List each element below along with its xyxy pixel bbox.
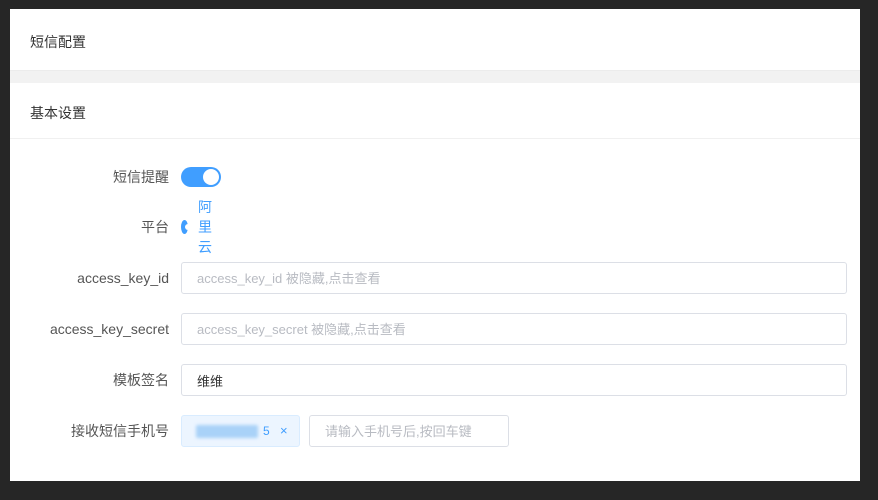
toggle-knob (203, 169, 219, 185)
settings-page: 短信配置 基本设置 短信提醒 平台 阿里云 access_key_id acce… (10, 9, 860, 481)
access-key-id-label: access_key_id (77, 270, 169, 286)
basic-settings-section: 基本设置 短信提醒 平台 阿里云 access_key_id access_ke… (10, 83, 860, 481)
sms-alert-toggle[interactable] (181, 167, 221, 187)
access-key-secret-input[interactable] (181, 313, 847, 345)
phone-tag-text: 5 (263, 424, 270, 438)
sms-alert-row: 短信提醒 (10, 161, 860, 193)
receive-phones-row: 接收短信手机号 5 × (10, 415, 860, 447)
template-sign-input[interactable] (181, 364, 847, 396)
section-header: 基本设置 (10, 83, 860, 139)
radio-checked-icon (181, 220, 191, 234)
receive-phones-label: 接收短信手机号 (71, 423, 169, 439)
access-key-id-input[interactable] (181, 262, 847, 294)
phone-number-input[interactable] (309, 415, 509, 447)
access-key-id-row: access_key_id (10, 262, 860, 294)
template-sign-label: 模板签名 (113, 372, 169, 388)
access-key-secret-row: access_key_secret (10, 313, 860, 345)
sms-alert-label: 短信提醒 (113, 169, 169, 185)
platform-row: 平台 阿里云 (10, 199, 860, 255)
close-icon[interactable]: × (280, 416, 288, 446)
radio-option-label: 阿里云 (198, 199, 212, 255)
phone-tag: 5 × (181, 415, 300, 447)
platform-label: 平台 (141, 219, 169, 235)
card-header: 短信配置 (10, 9, 860, 71)
template-sign-row: 模板签名 (10, 364, 860, 396)
page-title: 短信配置 (30, 34, 86, 50)
access-key-secret-label: access_key_secret (49, 321, 169, 337)
redacted-phone-number (196, 425, 258, 438)
platform-radio-aliyun[interactable]: 阿里云 (181, 199, 219, 255)
section-title: 基本设置 (30, 105, 86, 121)
